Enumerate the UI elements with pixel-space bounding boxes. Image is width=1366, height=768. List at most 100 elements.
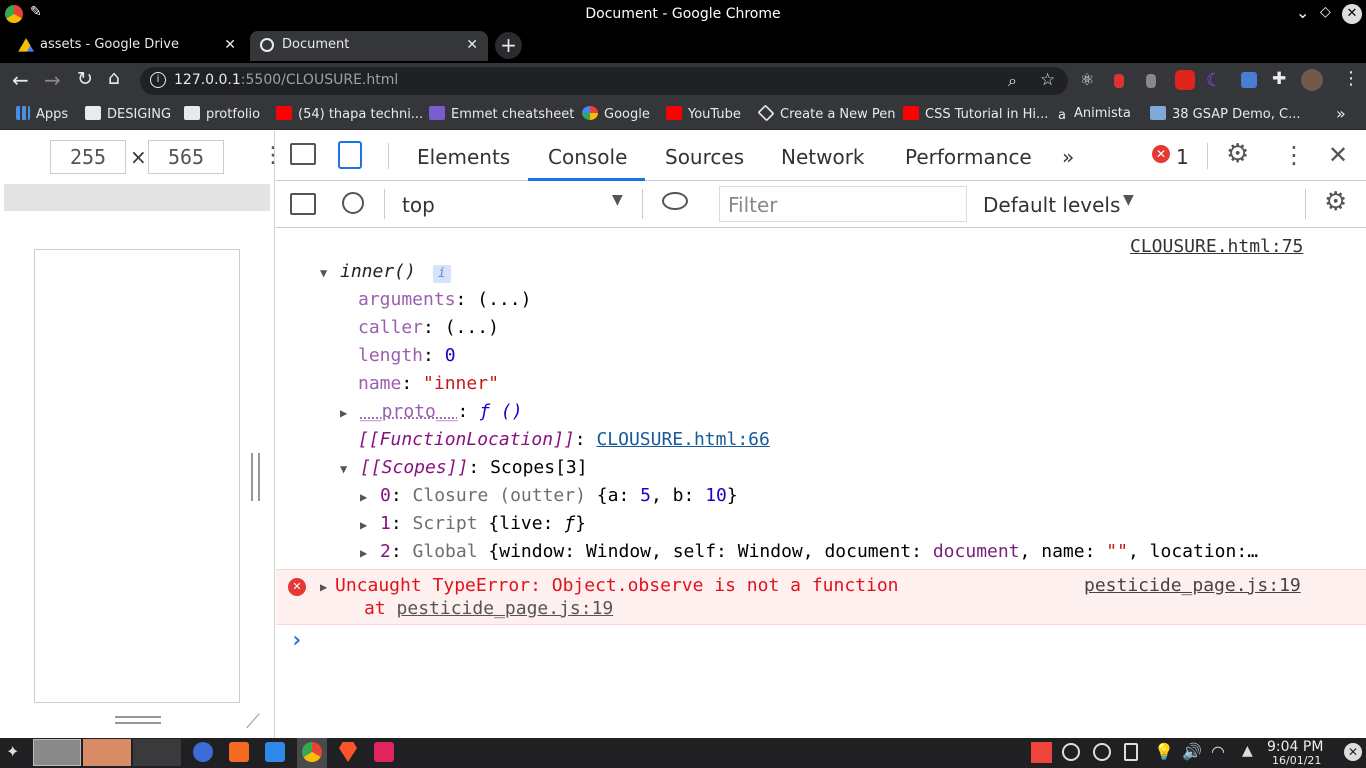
anydesk-tray-icon[interactable] bbox=[1031, 742, 1052, 763]
tab-document[interactable]: Document ✕ bbox=[250, 31, 488, 61]
resize-handle-horizontal[interactable] bbox=[115, 716, 161, 724]
extension-moon-icon[interactable]: ☾ bbox=[1206, 70, 1222, 91]
extensions-puzzle-icon[interactable]: ✚ bbox=[1272, 69, 1286, 89]
site-info-icon[interactable]: i bbox=[150, 72, 166, 88]
devtools-menu-kebab-icon[interactable]: ⋮ bbox=[1282, 141, 1306, 169]
notifications-icon[interactable]: ✕ bbox=[1344, 743, 1362, 761]
minimize-chevron-icon[interactable]: ⌄ bbox=[1296, 3, 1309, 22]
info-badge-icon[interactable]: i bbox=[432, 265, 451, 283]
scope-global[interactable]: ▶ 2: Global {window: Window, self: Window… bbox=[360, 541, 1258, 562]
resize-corner-icon[interactable]: ⟋ bbox=[246, 709, 260, 733]
launcher-icon[interactable]: ✦ bbox=[6, 742, 19, 761]
brave-app-icon[interactable] bbox=[339, 742, 357, 762]
workspace-2[interactable] bbox=[83, 739, 131, 766]
prop-scopes[interactable]: ▼ [[Scopes]]: Scopes[3] bbox=[340, 457, 588, 478]
bookmark-codepen[interactable]: Create a New Pen bbox=[757, 104, 896, 122]
new-tab-button[interactable]: + bbox=[495, 32, 522, 59]
volume-icon[interactable]: 🔊 bbox=[1182, 742, 1202, 761]
bookmark-youtube[interactable]: YouTube bbox=[666, 106, 741, 122]
forward-arrow-icon[interactable]: → bbox=[44, 68, 61, 92]
resize-handle-vertical[interactable] bbox=[251, 453, 260, 501]
clock-time[interactable]: 9:04 PM bbox=[1267, 739, 1323, 755]
function-header[interactable]: ▼ inner() i bbox=[320, 261, 451, 283]
close-devtools-icon[interactable]: ✕ bbox=[1328, 141, 1348, 169]
scope-closure[interactable]: ▶ 0: Closure (outter) {a: 5, b: 10} bbox=[360, 485, 738, 506]
context-selector[interactable]: top bbox=[402, 193, 435, 217]
tab-console[interactable]: Console bbox=[548, 145, 627, 169]
bookmark-animista[interactable]: a Animista bbox=[1058, 106, 1131, 123]
settings-gear-icon[interactable]: ⚙ bbox=[1226, 139, 1249, 169]
clear-console-icon[interactable] bbox=[342, 192, 364, 214]
bookmark-apps[interactable]: Apps bbox=[16, 106, 68, 122]
workspace-3[interactable] bbox=[133, 739, 181, 766]
extension-red-icon[interactable] bbox=[1114, 74, 1124, 88]
levels-dropdown-icon[interactable]: ▼ bbox=[1123, 192, 1134, 208]
menu-kebab-icon[interactable]: ⋮ bbox=[1342, 68, 1360, 89]
bookmark-css-tutorial[interactable]: CSS Tutorial in Hi... bbox=[903, 106, 1048, 122]
address-bar[interactable]: i 127.0.0.1:5500/CLOUSURE.html ⌕ ☆ bbox=[140, 67, 1068, 95]
tab-elements[interactable]: Elements bbox=[417, 145, 510, 169]
lightbulb-tray-icon[interactable]: 💡 bbox=[1154, 742, 1174, 761]
expand-triangle-icon[interactable]: ▶ bbox=[320, 580, 327, 594]
expand-triangle-icon[interactable]: ▼ bbox=[320, 266, 340, 280]
screenshot-app-icon[interactable] bbox=[374, 742, 394, 762]
expand-triangle-icon[interactable]: ▶ bbox=[360, 518, 380, 532]
update-tray-icon[interactable] bbox=[1093, 743, 1111, 761]
live-expression-eye-icon[interactable] bbox=[662, 192, 688, 210]
clipboard-tray-icon[interactable] bbox=[1124, 743, 1138, 761]
function-location-link[interactable]: CLOUSURE.html:66 bbox=[596, 429, 769, 450]
log-source-link[interactable]: CLOUSURE.html:75 bbox=[1130, 236, 1303, 257]
files-app-icon[interactable] bbox=[229, 742, 249, 762]
console-input[interactable] bbox=[316, 630, 1346, 656]
bookmark-gsap[interactable]: 38 GSAP Demo, C... bbox=[1150, 106, 1300, 122]
extension-stop-icon[interactable] bbox=[1175, 70, 1195, 90]
tray-expand-icon[interactable]: ▲ bbox=[1242, 743, 1253, 759]
bookmark-protfolio[interactable]: protfolio bbox=[184, 106, 260, 122]
bookmark-google[interactable]: Google bbox=[582, 106, 650, 122]
error-count[interactable]: 1 bbox=[1176, 145, 1189, 169]
prop-proto[interactable]: ▶ __proto__: ƒ () bbox=[340, 401, 523, 422]
tab-close-icon[interactable]: ✕ bbox=[224, 37, 236, 53]
bookmark-desiging[interactable]: DESIGING bbox=[85, 106, 171, 122]
expand-triangle-icon[interactable]: ▼ bbox=[340, 462, 360, 476]
tab-google-drive[interactable]: assets - Google Drive ✕ bbox=[8, 31, 246, 61]
console-prompt-icon[interactable]: › bbox=[290, 628, 303, 653]
device-width-input[interactable]: 255 bbox=[50, 140, 126, 174]
store-app-icon[interactable] bbox=[265, 742, 285, 762]
extension-color-icon[interactable] bbox=[1241, 72, 1257, 88]
more-tabs-icon[interactable]: » bbox=[1062, 145, 1074, 169]
sidebar-toggle-icon[interactable] bbox=[290, 193, 316, 215]
home-icon[interactable]: ⌂ bbox=[108, 67, 120, 89]
workspace-1[interactable] bbox=[33, 739, 81, 766]
expand-triangle-icon[interactable]: ▶ bbox=[360, 490, 380, 504]
settings-app-icon[interactable] bbox=[193, 742, 213, 762]
expand-triangle-icon[interactable]: ▶ bbox=[360, 546, 380, 560]
device-toggle-icon[interactable] bbox=[338, 141, 362, 169]
wifi-icon[interactable]: ◠ bbox=[1211, 742, 1225, 761]
device-height-input[interactable]: 565 bbox=[148, 140, 224, 174]
expand-triangle-icon[interactable]: ▶ bbox=[340, 406, 360, 420]
console-settings-gear-icon[interactable]: ⚙ bbox=[1324, 187, 1347, 217]
close-window-button[interactable]: ✕ bbox=[1342, 4, 1362, 24]
tab-sources[interactable]: Sources bbox=[665, 145, 744, 169]
error-stack-link[interactable]: pesticide_page.js:19 bbox=[397, 598, 614, 619]
media-pause-icon[interactable] bbox=[1062, 743, 1080, 761]
clock-date[interactable]: 16/01/21 bbox=[1272, 754, 1321, 767]
tab-performance[interactable]: Performance bbox=[905, 145, 1032, 169]
inspect-element-icon[interactable] bbox=[290, 143, 316, 165]
back-arrow-icon[interactable]: ← bbox=[12, 68, 29, 92]
log-levels-dropdown[interactable]: Default levels bbox=[983, 193, 1120, 217]
error-source-link[interactable]: pesticide_page.js:19 bbox=[1084, 575, 1301, 596]
bookmark-emmet[interactable]: Emmet cheatsheet bbox=[429, 106, 574, 122]
context-dropdown-icon[interactable]: ▼ bbox=[612, 192, 623, 208]
scope-script[interactable]: ▶ 1: Script {live: ƒ} bbox=[360, 513, 586, 534]
bookmarks-overflow-icon[interactable]: » bbox=[1336, 104, 1346, 123]
bookmark-thapa[interactable]: (54) thapa techni... bbox=[276, 106, 423, 122]
profile-avatar[interactable] bbox=[1301, 69, 1323, 91]
restore-diamond-icon[interactable]: ◇ bbox=[1320, 4, 1331, 20]
tab-network[interactable]: Network bbox=[781, 145, 865, 169]
error-count-icon[interactable]: ✕ bbox=[1152, 145, 1170, 163]
tab-close-icon[interactable]: ✕ bbox=[466, 37, 478, 53]
bookmark-star-icon[interactable]: ☆ bbox=[1040, 70, 1055, 90]
zoom-icon[interactable]: ⌕ bbox=[1008, 71, 1017, 91]
